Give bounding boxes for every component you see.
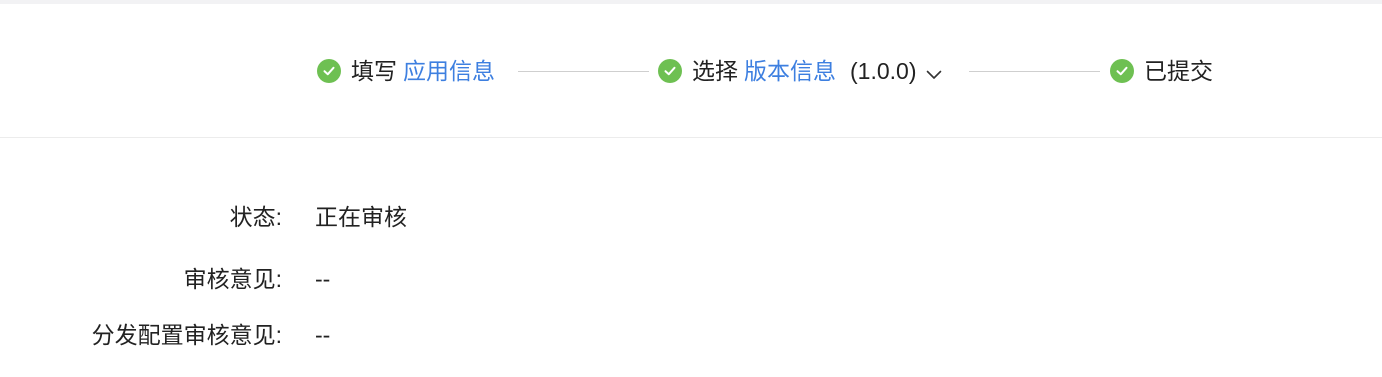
app-info-link[interactable]: 应用信息 [403,57,495,85]
steps-bar: 填写 应用信息 选择 版本信息 (1.0.0) 已提交 [0,4,1382,138]
status-row: 状态: 正在审核 [0,202,1382,232]
review-row: 审核意见: -- [0,264,1382,294]
version-number: (1.0.0) [850,58,917,84]
chevron-down-icon[interactable] [926,58,942,86]
review-label: 审核意见: [183,266,282,292]
step-select-version: 选择 版本信息 (1.0.0) [658,57,942,85]
dist-review-row: 分发配置审核意见: -- [0,320,1382,350]
check-circle-icon [1110,59,1134,83]
step-prefix: 选择 [692,58,738,84]
status-label: 状态: [229,204,282,230]
check-circle-icon [317,59,341,83]
step-submitted: 已提交 [1110,57,1213,85]
version-info-link[interactable]: 版本信息 [744,57,836,85]
step-fill-app-info: 填写 应用信息 [317,57,495,85]
dist-review-label: 分发配置审核意见: [91,322,282,348]
step-connector [518,71,649,72]
step-connector [969,71,1100,72]
review-value: -- [315,266,331,292]
status-value: 正在审核 [315,204,407,230]
dist-review-value: -- [315,322,331,348]
step-prefix: 已提交 [1144,58,1213,84]
step-prefix: 填写 [351,58,397,84]
check-circle-icon [658,59,682,83]
